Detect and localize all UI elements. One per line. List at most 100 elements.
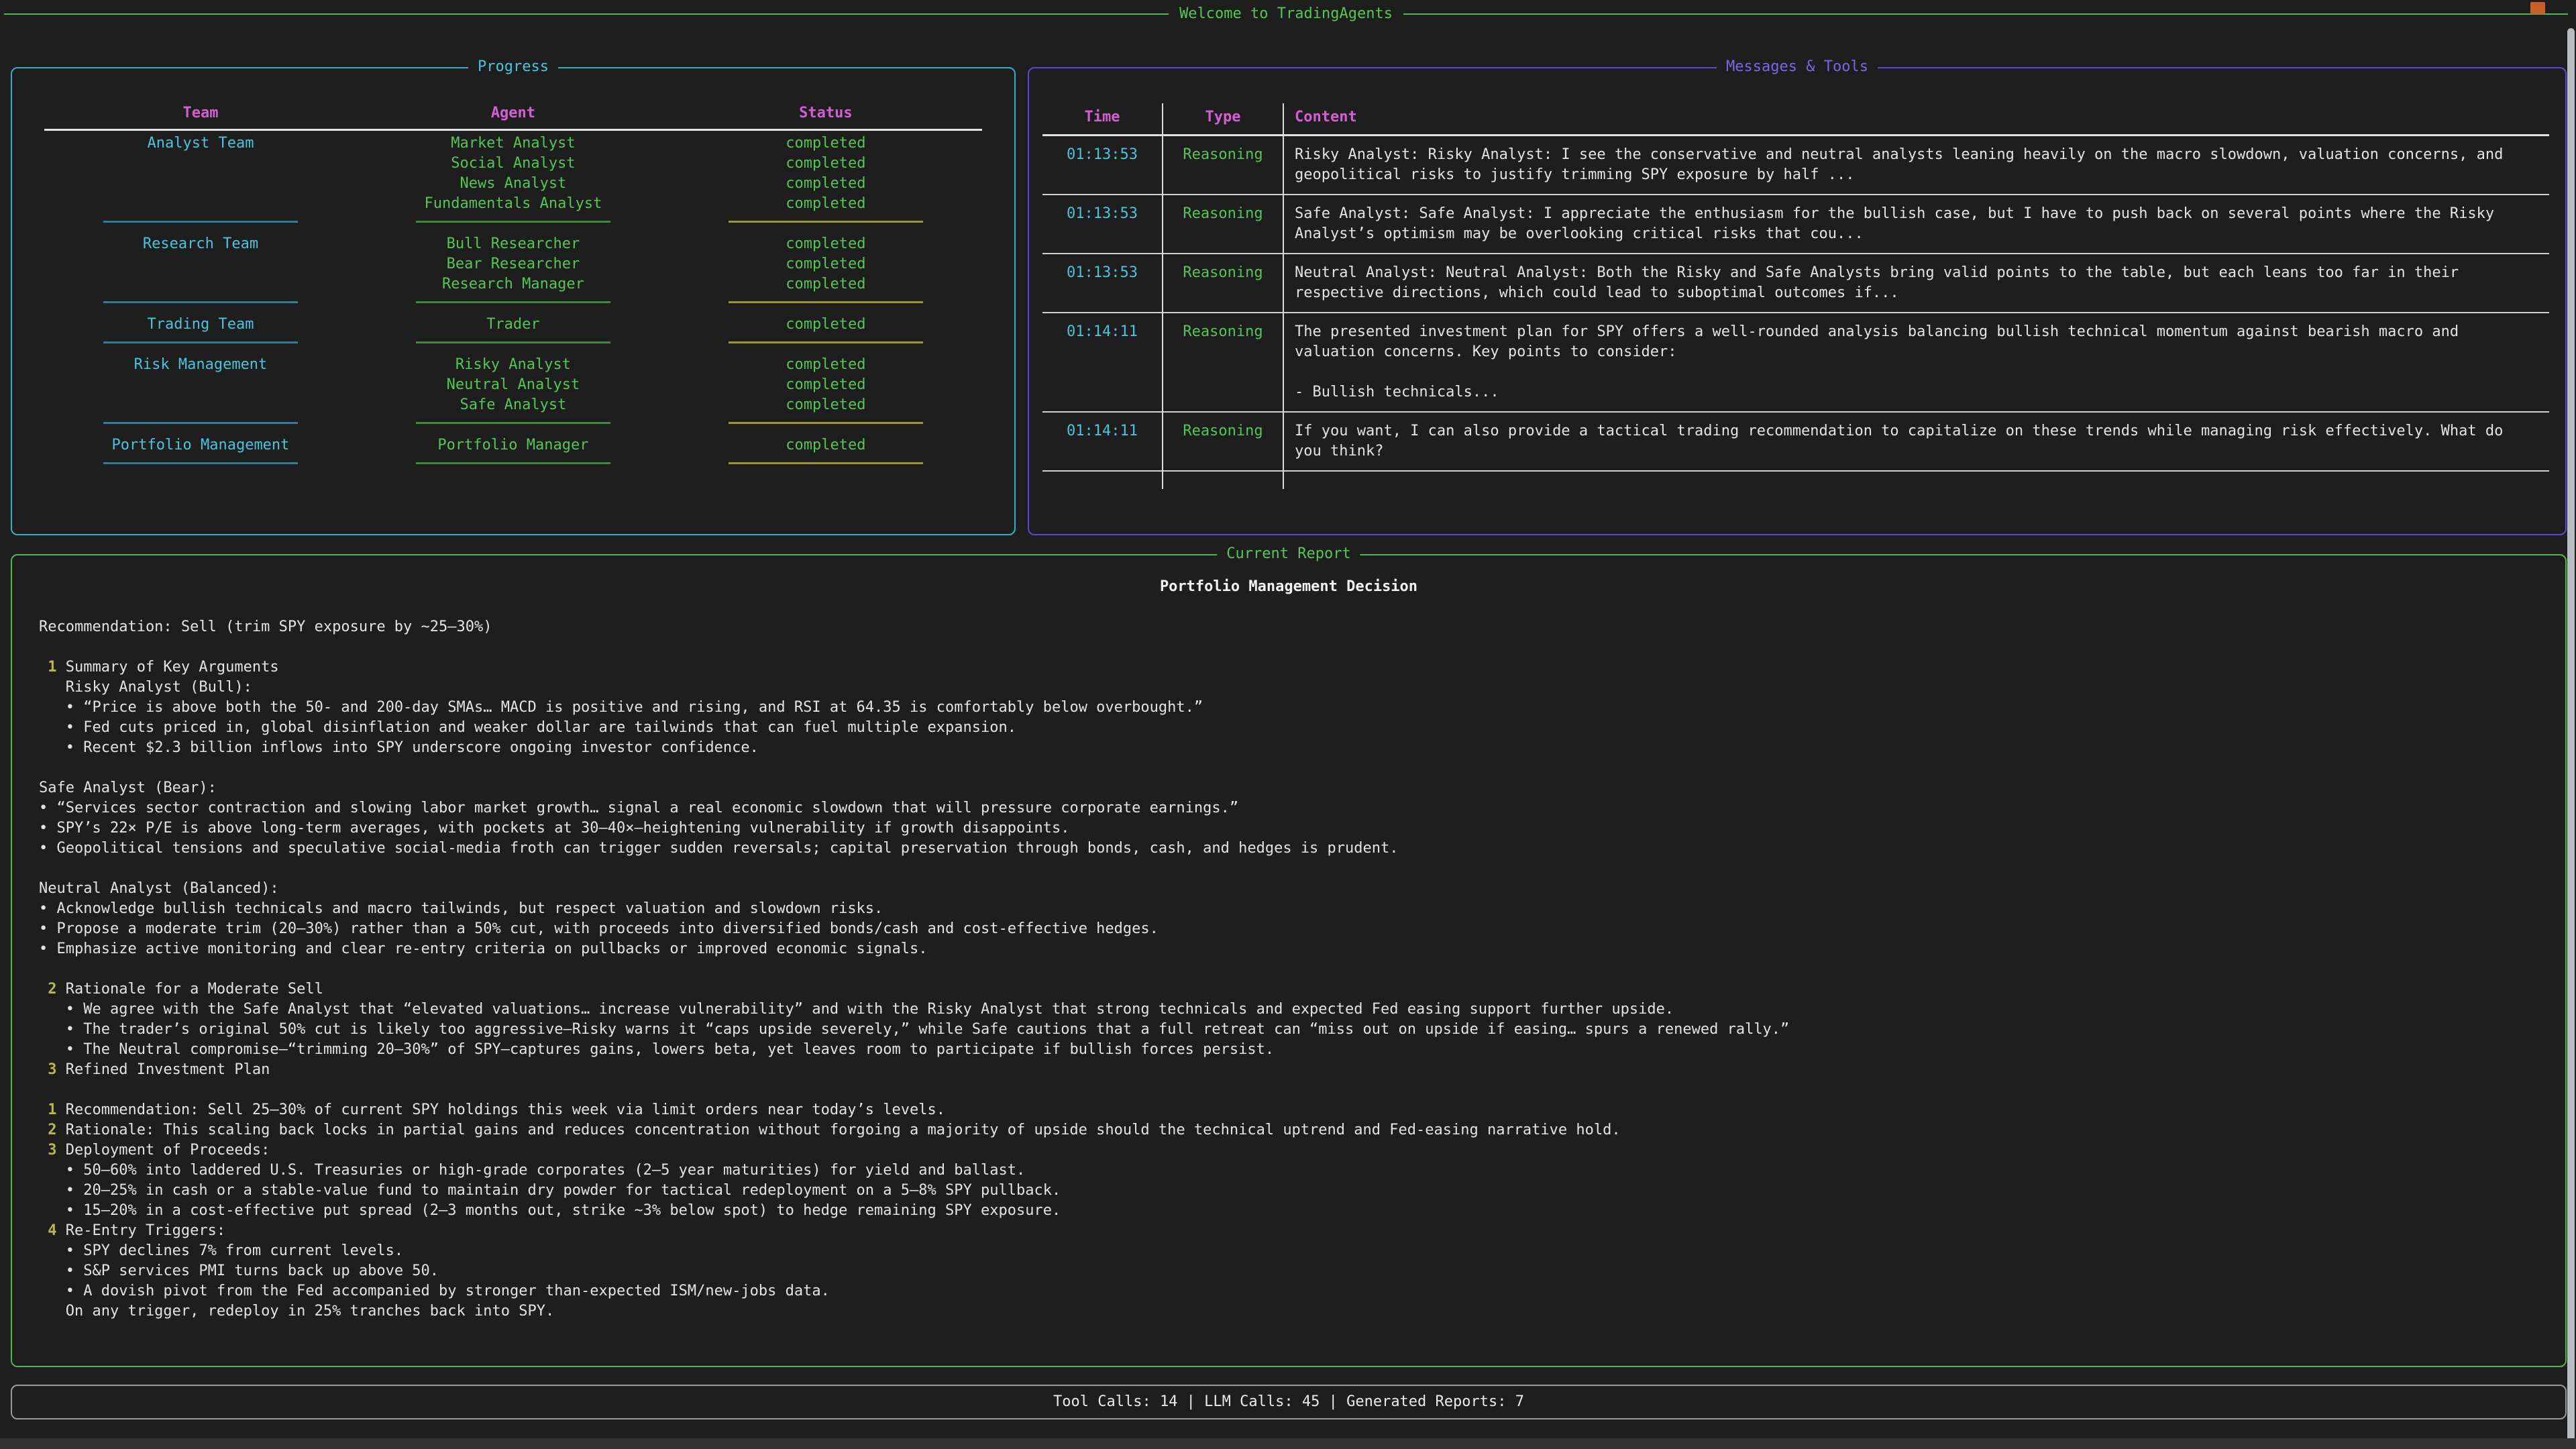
team-cell — [44, 395, 357, 415]
rule-line-left — [4, 13, 1169, 15]
report-line-text: S&P services PMI turns back up above 50. — [83, 1263, 439, 1279]
report-line-text: Propose a moderate trim (20–30%) rather … — [57, 920, 1159, 937]
separator-line — [103, 462, 298, 464]
agent-cell: Market Analyst — [357, 133, 669, 154]
message-type: Reasoning — [1163, 254, 1284, 313]
separator-line — [416, 462, 610, 464]
report-line-text: Rationale for a Moderate Sell — [66, 981, 323, 998]
report-line: • 50–60% into laddered U.S. Treasuries o… — [39, 1161, 2538, 1181]
report-line-text: The Neutral compromise—“trimming 20–30%”… — [83, 1041, 1274, 1058]
report-line-text: We agree with the Safe Analyst that “ele… — [83, 1001, 1674, 1018]
report-bullet: • — [66, 1041, 84, 1058]
report-line: • A dovish pivot from the Fed accompanie… — [39, 1281, 2538, 1301]
footer-stats-text: Tool Calls: 14 | LLM Calls: 45 | Generat… — [1053, 1392, 1524, 1412]
messages-panel-title: Messages & Tools — [1717, 57, 1878, 77]
report-line: 2 Rationale: This scaling back locks in … — [39, 1120, 2538, 1140]
report-line-text: Summary of Key Arguments — [66, 659, 279, 676]
window-bottom-edge — [0, 1438, 2576, 1449]
report-line — [39, 758, 2538, 778]
rule-line-right — [1403, 13, 2568, 15]
message-content: Risky Analyst: Risky Analyst: I see the … — [1284, 136, 2549, 195]
report-line: 3 Refined Investment Plan — [39, 1060, 2538, 1080]
report-bullet: • — [66, 1182, 84, 1199]
report-line: • Fed cuts priced in, global disinflatio… — [39, 718, 2538, 738]
report-line-text: Geopolitical tensions and speculative so… — [57, 840, 1399, 857]
team-cell: Analyst Team — [44, 133, 357, 154]
separator-line — [416, 221, 610, 223]
report-body: Portfolio Management Decision Recommenda… — [12, 555, 2565, 1322]
agent-cell: Risky Analyst — [357, 355, 669, 375]
report-line-number: 1 — [48, 1102, 66, 1118]
agent-cell: Safe Analyst — [357, 395, 669, 415]
report-bullet: • — [39, 800, 57, 816]
report-line: Neutral Analyst (Balanced): — [39, 879, 2538, 899]
report-panel-title: Current Report — [1217, 544, 1360, 564]
report-line: • 15–20% in a cost-effective put spread … — [39, 1201, 2538, 1221]
status-cell: completed — [669, 254, 982, 274]
report-line: • 20–25% in cash or a stable-value fund … — [39, 1181, 2538, 1201]
report-line: Risky Analyst (Bull): — [39, 678, 2538, 698]
separator-line — [103, 221, 298, 223]
report-line-text — [39, 961, 48, 977]
agent-cell: Research Manager — [357, 274, 669, 294]
report-line-text: Risky Analyst (Bull): — [66, 679, 252, 696]
progress-row: Risk ManagementRisky Analystcompleted — [44, 355, 982, 375]
status-cell: completed — [669, 154, 982, 174]
report-line: • Geopolitical tensions and speculative … — [39, 839, 2538, 859]
report-line-text — [39, 759, 48, 776]
separator-cell — [44, 214, 357, 234]
report-line-text — [39, 860, 48, 877]
report-bullet: • — [66, 1162, 84, 1179]
status-cell: completed — [669, 315, 982, 335]
report-bullet: • — [66, 719, 84, 736]
status-cell: completed — [669, 133, 982, 154]
report-line — [39, 637, 2538, 657]
report-line-text: Recommendation: Sell (trim SPY exposure … — [39, 619, 492, 635]
messages-panel: Messages & Tools Time Type Content 01:13… — [1028, 67, 2567, 535]
progress-row: Trading TeamTradercompleted — [44, 315, 982, 335]
team-cell: Portfolio Management — [44, 435, 357, 455]
status-cell: completed — [669, 174, 982, 194]
separator-cell — [357, 335, 669, 355]
message-content: If you want, I can also provide a tactic… — [1284, 413, 2549, 472]
agent-cell: Portfolio Manager — [357, 435, 669, 455]
message-time: 01:13:53 — [1042, 254, 1163, 313]
separator-cell — [669, 214, 982, 234]
report-bullet: • — [39, 900, 57, 917]
report-line-text: “Price is above both the 50- and 200-day… — [83, 699, 1203, 716]
report-line: 3 Deployment of Proceeds: — [39, 1140, 2538, 1161]
agent-cell: News Analyst — [357, 174, 669, 194]
report-line — [39, 1080, 2538, 1100]
report-bullet: • — [39, 941, 57, 957]
report-line-text: “Services sector contraction and slowing… — [57, 800, 1239, 816]
report-panel: Current Report Portfolio Management Deci… — [11, 554, 2567, 1367]
message-time: 01:14:11 — [1042, 413, 1163, 472]
message-type: Reasoning — [1163, 313, 1284, 413]
report-line: • SPY’s 22× P/E is above long-term avera… — [39, 818, 2538, 839]
report-line: • Acknowledge bullish technicals and mac… — [39, 899, 2538, 919]
progress-row: Safe Analystcompleted — [44, 395, 982, 415]
report-line-text: Acknowledge bullish technicals and macro… — [57, 900, 883, 917]
report-line-text: The trader’s original 50% cut is likely … — [83, 1021, 1789, 1038]
progress-column-team: Team — [44, 103, 357, 123]
report-line: Recommendation: Sell (trim SPY exposure … — [39, 617, 2538, 637]
message-type: Reasoning — [1163, 413, 1284, 472]
report-heading: Portfolio Management Decision — [39, 577, 2538, 597]
message-content: Neutral Analyst: Neutral Analyst: Both t… — [1284, 254, 2549, 313]
progress-row: Analyst TeamMarket Analystcompleted — [44, 133, 982, 154]
progress-row: Portfolio ManagementPortfolio Managercom… — [44, 435, 982, 455]
scrollbar-thumb[interactable] — [2567, 28, 2575, 1444]
report-line: 1 Recommendation: Sell 25–30% of current… — [39, 1100, 2538, 1120]
message-type: Reasoning — [1163, 136, 1284, 195]
report-line: • Propose a moderate trim (20–30%) rathe… — [39, 919, 2538, 939]
report-line: On any trigger, redeploy in 25% tranches… — [39, 1301, 2538, 1322]
report-line: Safe Analyst (Bear): — [39, 778, 2538, 798]
team-cell: Trading Team — [44, 315, 357, 335]
report-bullet: • — [66, 1021, 84, 1038]
message-content: The presented investment plan for SPY of… — [1284, 313, 2549, 413]
agent-cell: Neutral Analyst — [357, 375, 669, 395]
report-bullet: • — [66, 699, 84, 716]
status-cell: completed — [669, 375, 982, 395]
message-phantom-cell — [1042, 472, 1163, 489]
team-cell — [44, 254, 357, 274]
